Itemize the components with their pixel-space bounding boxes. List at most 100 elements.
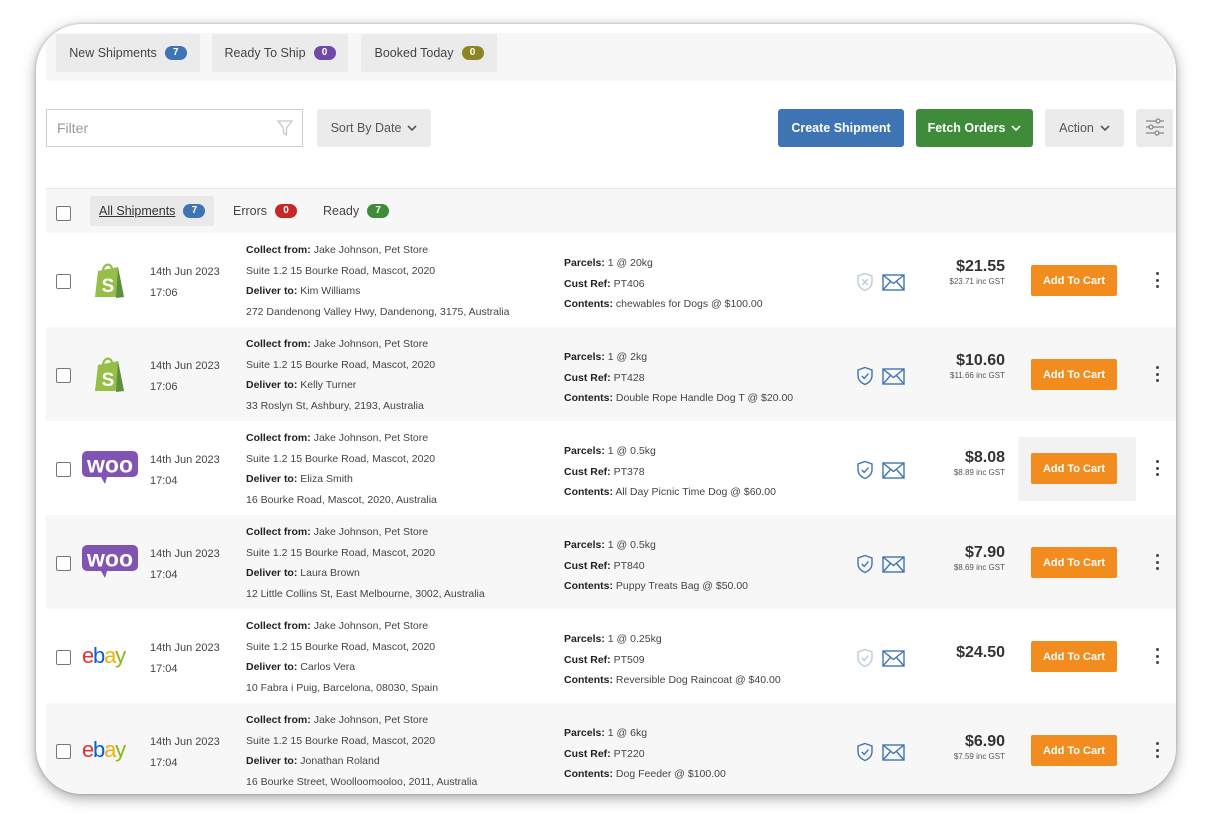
more-options-icon[interactable] [1154,458,1160,478]
add-to-cart-button[interactable]: Add To Cart [1031,453,1117,484]
contents-value: Reversible Dog Raincoat @ $40.00 [615,674,781,686]
create-label: Create Shipment [791,121,891,135]
more-options-icon[interactable] [1154,740,1160,760]
filter-box [46,109,303,147]
subtab-label: Ready [323,204,360,218]
more-options-icon[interactable] [1154,646,1160,666]
add-to-cart-button[interactable]: Add To Cart [1031,641,1117,672]
shield-check-icon[interactable] [856,554,874,579]
cust-ref-label: Cust Ref: [564,559,611,572]
mail-icon[interactable] [882,650,905,672]
deliver-to-label: Deliver to: [246,661,298,673]
parcels-label: Parcels: [564,633,605,645]
shopify-logo: S [80,349,140,399]
settings-button[interactable] [1136,109,1173,147]
row-checkbox[interactable] [56,650,71,665]
row-parcel-info: Parcels: 1 @ 20kg Cust Ref: PT406 Conten… [564,253,763,315]
cart-cell: Add To Cart [1018,343,1136,407]
row-datetime: 14th Jun 2023 17:06 [150,356,220,398]
collect-from-value: Jake Johnson, Pet Store [313,714,429,726]
add-to-cart-button[interactable]: Add To Cart [1031,359,1117,390]
collect-address: Suite 1.2 15 Bourke Road, Mascot, 2020 [246,452,436,465]
cart-cell: Add To Cart [1018,719,1136,783]
shipment-row[interactable]: S 14th Jun 2023 17:06 Collect from: Jake… [46,327,1176,421]
tab-ready-to-ship[interactable]: Ready To Ship 0 [212,34,348,72]
deliver-to-value: Carlos Vera [300,661,356,673]
contents-value: chewables for Dogs @ $100.00 [615,298,763,310]
mail-icon[interactable] [882,744,905,766]
row-addresses: Collect from: Jake Johnson, Pet Store Su… [246,710,477,792]
list-header: All Shipments 7 Errors 0 Ready 7 [46,188,1176,233]
action-label: Action [1059,121,1094,135]
row-checkbox[interactable] [56,556,71,571]
collect-from-label: Collect from: [246,714,311,726]
cart-cell: Add To Cart [1018,437,1136,501]
more-options-icon[interactable] [1154,552,1160,572]
row-addresses: Collect from: Jake Johnson, Pet Store Su… [246,428,437,510]
row-checkbox[interactable] [56,462,71,477]
woo-logo: woo [80,443,140,493]
tab-label: Ready To Ship [224,46,306,60]
row-checkbox[interactable] [56,744,71,759]
row-checkbox[interactable] [56,274,71,289]
row-datetime: 14th Jun 2023 17:04 [150,450,220,492]
price-gst: $8.69 inc GST [953,563,1005,572]
count-badge: 7 [183,204,206,218]
row-parcel-info: Parcels: 1 @ 0.5kg Cust Ref: PT378 Conte… [564,441,776,503]
shipment-row[interactable]: S 14th Jun 2023 17:06 Collect from: Jake… [46,233,1176,327]
count-badge: 0 [461,46,484,60]
parcels-value: 1 @ 6kg [607,727,648,739]
add-to-cart-button[interactable]: Add To Cart [1031,735,1117,766]
tab-booked-today[interactable]: Booked Today 0 [361,34,497,72]
shipment-row[interactable]: ebay 14th Jun 2023 17:04 Collect from: J… [46,703,1176,794]
shipment-row[interactable]: woo 14th Jun 2023 17:04 Collect from: Ja… [46,421,1176,515]
add-to-cart-button[interactable]: Add To Cart [1031,265,1117,296]
cust-ref-label: Cust Ref: [564,653,611,666]
collect-from-label: Collect from: [246,620,311,632]
subtab-all-shipments[interactable]: All Shipments 7 [90,196,215,226]
select-all-checkbox[interactable] [56,206,71,221]
add-to-cart-button[interactable]: Add To Cart [1031,547,1117,578]
mail-icon[interactable] [882,462,905,484]
fetch-orders-button[interactable]: Fetch Orders [916,109,1033,147]
contents-label: Contents: [564,298,613,310]
subtab-errors[interactable]: Errors 0 [233,196,298,226]
sort-by-date-button[interactable]: Sort By Date [317,109,431,147]
row-price: $24.50 [956,644,1005,662]
row-date: 14th Jun 2023 [150,736,220,748]
collect-address: Suite 1.2 15 Bourke Road, Mascot, 2020 [246,734,436,747]
parcels-value: 1 @ 2kg [607,351,648,363]
shipment-row[interactable]: woo 14th Jun 2023 17:04 Collect from: Ja… [46,515,1176,609]
contents-value: Dog Feeder @ $100.00 [615,768,726,780]
shield-check-icon[interactable] [856,366,874,391]
shield-x-icon[interactable] [856,272,874,297]
count-badge: 7 [367,204,390,218]
price-amount: $8.08 [964,449,1005,466]
funnel-icon[interactable] [276,119,294,142]
tab-new-shipments[interactable]: New Shipments 7 [56,34,200,72]
row-datetime: 14th Jun 2023 17:04 [150,638,220,680]
shield-check-icon[interactable] [856,460,874,485]
more-options-icon[interactable] [1154,364,1160,384]
subtab-ready[interactable]: Ready 7 [323,196,390,226]
deliver-to-value: Jonathan Roland [300,755,380,767]
cust-ref-value: PT378 [613,465,645,478]
price-amount: $24.50 [956,644,1005,661]
filter-input[interactable] [57,120,257,136]
action-button[interactable]: Action [1045,109,1124,147]
chevron-down-icon [1011,121,1021,135]
price-amount: $6.90 [964,733,1005,750]
more-options-icon[interactable] [1154,270,1160,290]
shield-check-faded-icon[interactable] [856,648,874,673]
mail-icon[interactable] [882,556,905,578]
shipment-row[interactable]: ebay 14th Jun 2023 17:04 Collect from: J… [46,609,1176,703]
deliver-address: 16 Bourke Street, Woolloomooloo, 2011, A… [246,775,478,788]
app-window: New Shipments 7 Ready To Ship 0 Booked T… [36,24,1176,794]
shield-check-icon[interactable] [856,742,874,767]
svg-text:ebay: ebay [82,643,126,668]
mail-icon[interactable] [882,274,905,296]
contents-value: All Day Picnic Time Dog @ $60.00 [615,486,776,498]
row-checkbox[interactable] [56,368,71,383]
mail-icon[interactable] [882,368,905,390]
create-shipment-button[interactable]: Create Shipment [778,109,904,147]
